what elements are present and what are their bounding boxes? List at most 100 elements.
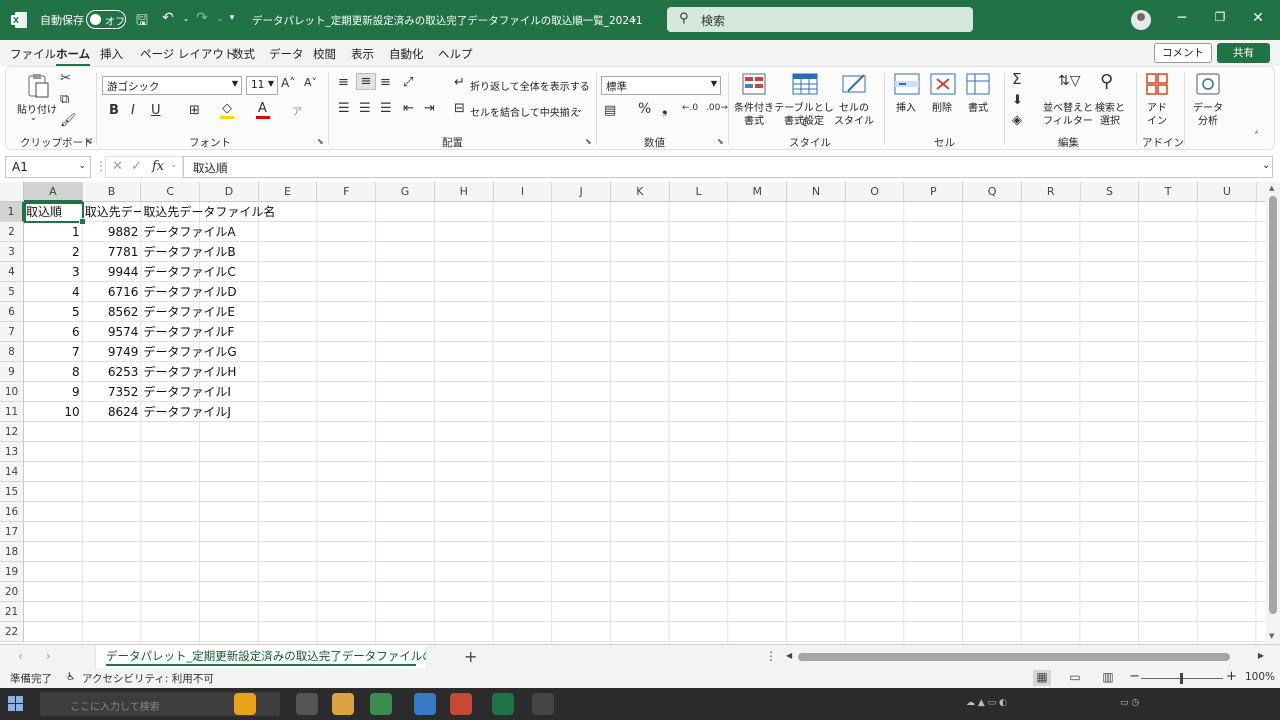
cell-target-id[interactable]: 7352	[83, 382, 139, 402]
copy-icon[interactable]: ⧉	[60, 92, 69, 107]
number-format-select[interactable]: 標準 ▼	[601, 76, 721, 95]
cut-icon[interactable]: ✂	[60, 71, 71, 86]
cell-file-name[interactable]: データファイルJ	[143, 402, 231, 422]
decrease-indent-icon[interactable]: ⇤	[403, 101, 414, 116]
scroll-down-icon[interactable]: ▼	[1269, 632, 1274, 640]
find-select-icon[interactable]: ⚲	[1100, 71, 1113, 92]
font-name-select[interactable]: 游ゴシック ▼	[102, 76, 242, 95]
minimize-icon[interactable]: ─	[1172, 10, 1192, 26]
decrease-font-icon[interactable]: A˅	[304, 76, 317, 89]
column-header-t[interactable]: T	[1139, 182, 1198, 202]
cell-file-name[interactable]: データファイルF	[143, 322, 234, 342]
row-header-12[interactable]: 12	[0, 422, 24, 442]
font-color-icon[interactable]: A	[258, 101, 267, 116]
row-header-15[interactable]: 15	[0, 482, 24, 502]
zoom-out-icon[interactable]: −	[1129, 669, 1140, 684]
row-header-21[interactable]: 21	[0, 602, 24, 622]
insert-cells-button[interactable]: 挿入	[886, 99, 926, 114]
number-launcher-icon[interactable]: ⬊	[717, 137, 724, 146]
phonetic-icon[interactable]: ア	[292, 103, 302, 118]
analyze-data-icon[interactable]	[1196, 73, 1220, 95]
paste-icon[interactable]	[26, 73, 50, 99]
prev-sheet-icon[interactable]: ‹	[18, 649, 23, 663]
delete-cells-button[interactable]: 削除	[922, 99, 962, 114]
cell-order[interactable]: 10	[24, 402, 79, 422]
tab-file[interactable]: ファイル	[10, 46, 56, 62]
accessibility-status[interactable]: アクセシビリティ: 利用不可	[82, 671, 214, 686]
increase-font-icon[interactable]: A˄	[281, 76, 295, 90]
tab-formulas[interactable]: 数式	[232, 46, 255, 62]
cell-order[interactable]: 1	[24, 222, 80, 242]
cell-file-name[interactable]: データファイルE	[143, 302, 235, 322]
cell-target-id[interactable]: 7781	[83, 242, 139, 262]
decrease-decimal-icon[interactable]: .00→	[706, 103, 728, 113]
tab-help[interactable]: ヘルプ	[438, 46, 473, 62]
borders-icon[interactable]: ⊞	[189, 103, 200, 118]
row-header-19[interactable]: 19	[0, 562, 24, 582]
italic-icon[interactable]: I	[131, 103, 135, 118]
column-header-h[interactable]: H	[435, 182, 494, 202]
row-header-18[interactable]: 18	[0, 542, 24, 562]
row-header-5[interactable]: 5	[0, 282, 24, 302]
align-center-icon[interactable]: ☰	[359, 101, 371, 116]
cell-order[interactable]: 6	[24, 322, 80, 342]
cell-header-target-id[interactable]: 取込先デー	[85, 202, 142, 222]
row-header-10[interactable]: 10	[0, 382, 24, 402]
column-header-b[interactable]: B	[83, 182, 142, 202]
align-right-icon[interactable]: ☰	[380, 101, 392, 116]
fill-icon[interactable]: ⬇	[1012, 93, 1023, 108]
cell-order[interactable]: 7	[24, 342, 80, 362]
cell-styles-icon[interactable]	[842, 73, 868, 95]
merge-center-icon[interactable]: ⊟	[454, 101, 465, 116]
zoom-level[interactable]: 100%	[1245, 671, 1275, 683]
autosum-icon[interactable]: Σ	[1012, 70, 1021, 88]
row-header-13[interactable]: 13	[0, 442, 24, 462]
format-painter-icon[interactable]: 🖌	[60, 113, 77, 128]
cell-file-name[interactable]: データファイルA	[143, 222, 235, 242]
cell-target-id[interactable]: 8562	[83, 302, 139, 322]
horizontal-scrollbar[interactable]: ◀ ▶	[786, 651, 1264, 663]
next-sheet-icon[interactable]: ›	[46, 649, 51, 663]
tab-review[interactable]: 校閲	[313, 46, 336, 62]
tray-icons[interactable]: ☁ ▲ ▭ ◐	[966, 698, 1007, 708]
tab-view[interactable]: 表示	[351, 46, 374, 62]
app-icon[interactable]	[414, 693, 436, 715]
row-header-2[interactable]: 2	[0, 222, 24, 242]
cell-file-name[interactable]: データファイルC	[143, 262, 235, 282]
windows-start-icon[interactable]	[8, 696, 24, 712]
column-header-o[interactable]: O	[846, 182, 905, 202]
comment-button[interactable]: コメント	[1154, 43, 1212, 63]
share-button[interactable]: 共有	[1217, 43, 1270, 63]
vertical-scrollbar[interactable]: ▲ ▼	[1266, 182, 1280, 644]
column-header-e[interactable]: E	[259, 182, 318, 202]
redo-icon[interactable]: ↷	[192, 10, 212, 26]
tray-clock[interactable]: ▭ ◷	[1120, 698, 1139, 708]
row-header-20[interactable]: 20	[0, 582, 24, 602]
column-header-r[interactable]: R	[1022, 182, 1081, 202]
cell-file-name[interactable]: データファイルI	[143, 382, 231, 402]
enter-icon[interactable]: ✓	[131, 159, 142, 174]
chrome-icon[interactable]	[370, 693, 392, 715]
column-header-f[interactable]: F	[318, 182, 377, 202]
scroll-thumb[interactable]	[798, 653, 1230, 661]
app-icon[interactable]	[234, 693, 256, 715]
row-header-9[interactable]: 9	[0, 362, 24, 382]
cell-target-id[interactable]: 9882	[83, 222, 139, 242]
excel-taskbar-icon[interactable]	[492, 693, 514, 715]
cell-area[interactable]: 取込順 取込先デー 取込先データファイル名 1 9882 データファイルA 2 7781 データ…	[24, 202, 1266, 644]
tab-page-layout[interactable]: ページ レイアウト	[140, 46, 235, 62]
close-icon[interactable]: ✕	[1248, 10, 1268, 26]
cell-target-id[interactable]: 6716	[83, 282, 139, 302]
orientation-icon[interactable]: ⤢	[403, 75, 413, 90]
app-icon[interactable]	[450, 693, 472, 715]
cell-file-name[interactable]: データファイルD	[143, 282, 236, 302]
column-header-s[interactable]: S	[1081, 182, 1140, 202]
autosave-toggle[interactable]: オフ	[86, 10, 126, 29]
cell-target-id[interactable]: 9574	[83, 322, 139, 342]
column-header-q[interactable]: Q	[963, 182, 1022, 202]
sheet-tab[interactable]: データパレット_定期更新設定済みの取込完了データファイルの取込	[96, 645, 426, 668]
zoom-in-icon[interactable]: +	[1226, 669, 1237, 684]
column-header-p[interactable]: P	[905, 182, 964, 202]
tab-insert[interactable]: 挿入	[100, 46, 123, 62]
align-bottom-icon[interactable]: ≡	[380, 75, 391, 90]
